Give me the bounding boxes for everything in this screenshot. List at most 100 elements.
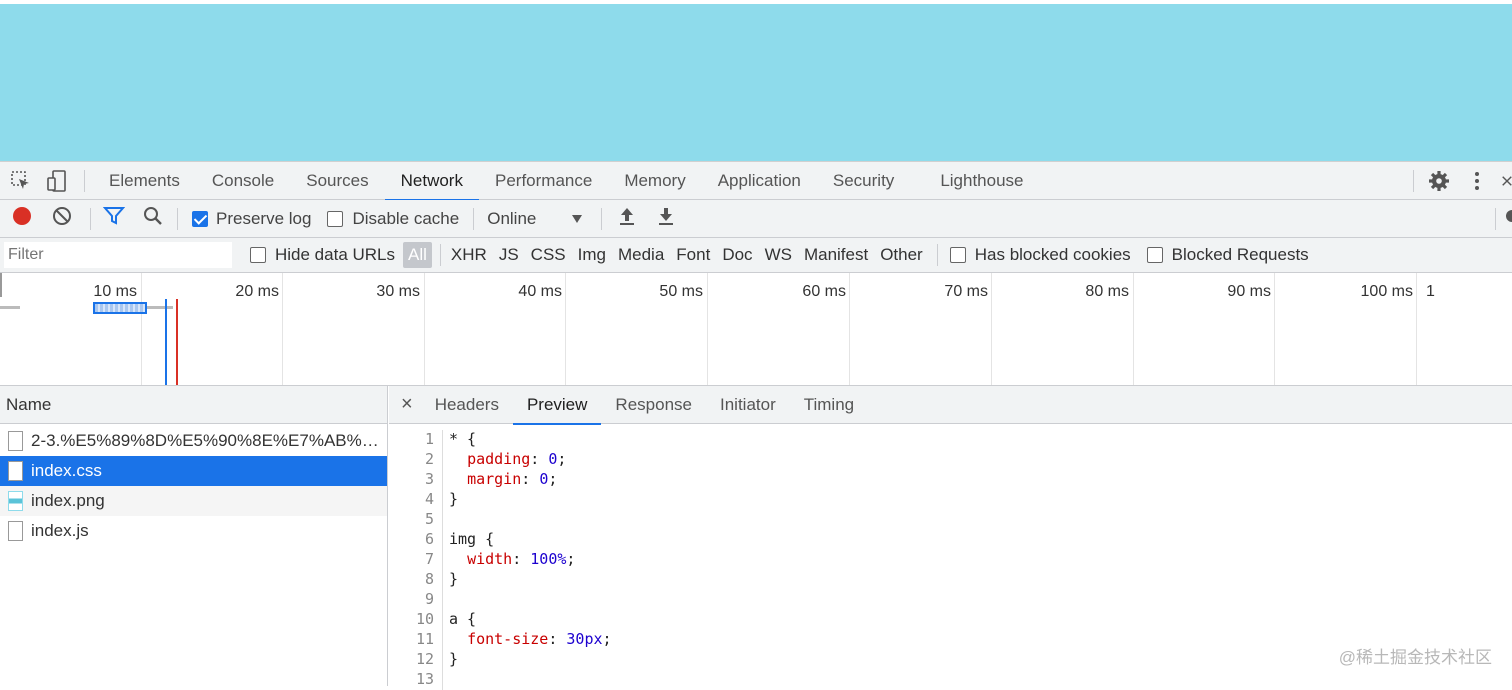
chevron-down-icon[interactable] <box>571 209 583 229</box>
tab-sources[interactable]: Sources <box>290 162 384 200</box>
timeline-overview[interactable]: 10 ms 20 ms 30 ms 40 ms 50 ms 60 ms 70 m… <box>0 273 1512 386</box>
code-text: padding: 0; <box>467 450 567 468</box>
inspect-element-icon[interactable] <box>10 170 32 192</box>
more-options-icon[interactable] <box>1466 170 1488 192</box>
code-line: 8} <box>389 570 1512 590</box>
timeline-tick-label: 60 ms <box>802 283 846 300</box>
network-settings-icon[interactable] <box>1504 208 1512 229</box>
tab-memory[interactable]: Memory <box>608 162 701 200</box>
line-number: 8 <box>389 570 443 590</box>
line-number: 1 <box>389 430 443 450</box>
hide-data-urls-checkbox[interactable] <box>250 247 266 263</box>
preserve-log-checkbox[interactable] <box>192 210 208 227</box>
divider <box>936 244 938 266</box>
detail-tabs: × Headers Preview Response Initiator Tim… <box>389 386 1512 425</box>
code-line: 7 width: 100%; <box>389 550 1512 570</box>
tab-timing[interactable]: Timing <box>790 386 868 424</box>
tab-application[interactable]: Application <box>702 162 817 200</box>
timeline-tick-label: 1 <box>1426 283 1435 300</box>
divider <box>1413 169 1414 192</box>
filter-type-media[interactable]: Media <box>612 245 670 265</box>
filter-type-img[interactable]: Img <box>572 245 612 265</box>
timeline-gridline <box>1416 273 1417 385</box>
tab-network[interactable]: Network <box>384 162 480 201</box>
line-number: 11 <box>389 630 443 650</box>
request-detail-pane: × Headers Preview Response Initiator Tim… <box>389 386 1512 690</box>
line-number: 9 <box>389 590 443 610</box>
tab-initiator[interactable]: Initiator <box>706 386 790 424</box>
blocked-requests-label: Blocked Requests <box>1171 245 1309 264</box>
filter-type-ws[interactable]: WS <box>759 245 798 265</box>
timeline-tick-label: 80 ms <box>1085 283 1129 300</box>
timeline-tick-label: 70 ms <box>944 283 988 300</box>
filter-type-font[interactable]: Font <box>670 245 716 265</box>
disable-cache-checkbox[interactable] <box>327 210 344 227</box>
code-line: 3 margin: 0; <box>389 470 1512 490</box>
document-icon <box>8 431 23 451</box>
gear-icon[interactable] <box>1428 170 1450 192</box>
code-line: 1 * { <box>389 430 1512 450</box>
tab-headers[interactable]: Headers <box>421 386 513 424</box>
import-har-icon[interactable] <box>618 206 636 231</box>
request-row[interactable]: 2-3.%E5%89%8D%E5%90%8E%E7%AB%AF%... <box>0 426 387 456</box>
has-blocked-cookies-checkbox[interactable] <box>949 247 966 263</box>
timeline-bar <box>93 302 147 314</box>
code-line: 9 <box>389 590 1512 610</box>
filter-type-all[interactable]: All <box>403 242 432 268</box>
filter-type-manifest[interactable]: Manifest <box>798 245 874 265</box>
tab-lighthouse[interactable]: Lighthouse <box>924 162 1039 200</box>
timeline-gridline <box>424 273 425 385</box>
filter-type-doc[interactable]: Doc <box>716 245 758 265</box>
tab-performance[interactable]: Performance <box>479 162 608 200</box>
tab-console[interactable]: Console <box>196 162 290 200</box>
request-row[interactable]: index.css <box>0 456 387 486</box>
request-row[interactable]: index.js <box>0 516 387 546</box>
timeline-gridline <box>991 273 992 385</box>
device-toolbar-icon[interactable] <box>46 169 68 192</box>
code-text: a { <box>449 610 477 628</box>
code-text: width: 100%; <box>467 550 576 568</box>
tab-elements[interactable]: Elements <box>93 162 196 200</box>
filter-type-xhr[interactable]: XHR <box>445 245 493 265</box>
divider <box>439 244 441 266</box>
filter-input[interactable] <box>4 242 232 268</box>
search-icon[interactable] <box>143 206 163 231</box>
divider <box>84 169 85 192</box>
timeline-tick-label: 90 ms <box>1227 283 1271 300</box>
load-event-marker <box>176 299 178 385</box>
export-har-icon[interactable] <box>657 206 675 231</box>
timeline-tick-label: 10 ms <box>93 283 137 300</box>
record-icon[interactable] <box>12 206 32 231</box>
timeline-gridline <box>1133 273 1134 385</box>
name-column-header[interactable]: Name <box>0 386 387 424</box>
filter-type-css[interactable]: CSS <box>525 245 572 265</box>
tab-response[interactable]: Response <box>601 386 706 424</box>
timeline-tick-label: 50 ms <box>659 283 703 300</box>
image-icon <box>8 491 23 511</box>
has-blocked-cookies-label: Has blocked cookies <box>974 245 1131 264</box>
preserve-log-label: Preserve log <box>216 208 312 228</box>
request-name: index.png <box>31 491 105 510</box>
filter-icon[interactable] <box>102 206 126 231</box>
disable-cache-label: Disable cache <box>352 208 460 228</box>
clear-icon[interactable] <box>52 206 72 231</box>
divider <box>90 207 91 230</box>
timeline-tick-label: 20 ms <box>235 283 279 300</box>
code-text: } <box>449 490 459 508</box>
code-text: } <box>449 570 459 588</box>
line-number: 5 <box>389 510 443 530</box>
filter-type-other[interactable]: Other <box>874 245 929 265</box>
request-row[interactable]: index.png <box>0 486 387 516</box>
filter-bar: Hide data URLs All XHR JS CSS Img Media … <box>0 238 1512 273</box>
line-number: 2 <box>389 450 443 470</box>
blocked-requests-checkbox[interactable] <box>1146 247 1163 263</box>
close-detail-icon[interactable]: × <box>389 393 421 416</box>
tab-security[interactable]: Security <box>817 162 910 200</box>
throttling-select[interactable]: Online <box>487 209 567 229</box>
close-devtools-icon[interactable] <box>1502 170 1512 192</box>
tab-preview[interactable]: Preview <box>512 386 602 425</box>
filter-type-js[interactable]: JS <box>493 245 525 265</box>
divider <box>473 207 475 230</box>
